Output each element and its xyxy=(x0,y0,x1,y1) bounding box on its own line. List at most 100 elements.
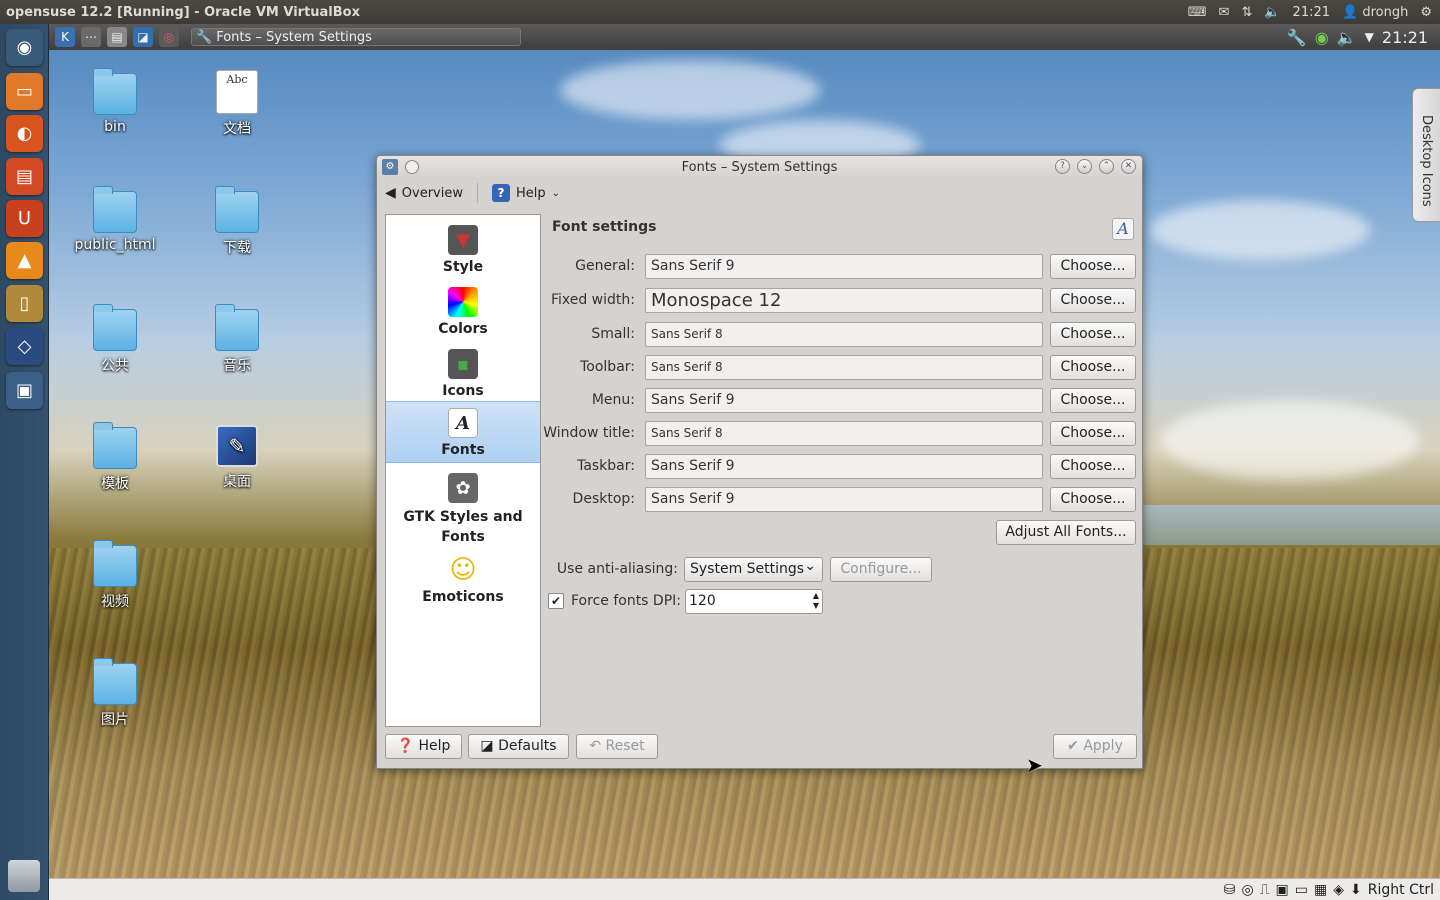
desktop-icon-public[interactable]: 公共 xyxy=(60,304,170,375)
window-menu-icon[interactable]: ⚙ xyxy=(382,159,398,175)
category-colors[interactable]: Colors xyxy=(386,281,540,339)
help-question-icon[interactable]: ? xyxy=(1055,159,1070,174)
usb-icon[interactable]: ⎍ xyxy=(1260,882,1270,898)
configure-button[interactable]: Configure... xyxy=(830,557,932,582)
choose-button[interactable]: Choose... xyxy=(1050,388,1136,413)
font-row-small: Small: Sans Serif 8 Choose... xyxy=(545,322,1138,348)
speaker-icon[interactable]: 🔈 xyxy=(1337,28,1357,47)
arrow-down-icon[interactable]: ⬇ xyxy=(1350,882,1362,898)
firefox-icon[interactable]: ◐ xyxy=(6,115,43,152)
defaults-button[interactable]: ◪ Defaults xyxy=(468,734,569,759)
category-icons[interactable]: ▪ Icons xyxy=(386,343,540,401)
network-status-icon[interactable]: ◉ xyxy=(1315,28,1329,47)
workspace-icon[interactable]: ▣ xyxy=(6,372,43,409)
browser-icon[interactable]: ◎ xyxy=(159,27,179,47)
force-dpi-checkbox[interactable]: ✔ xyxy=(548,593,564,609)
category-label: Emoticons xyxy=(422,589,504,605)
tray-expand-icon[interactable]: ▼ xyxy=(1365,30,1374,44)
adjust-all-fonts-button[interactable]: Adjust All Fonts... xyxy=(996,520,1136,545)
desktop-icon[interactable]: ◪ xyxy=(133,27,153,47)
volume-icon[interactable]: 🔈 xyxy=(1264,5,1280,20)
fonts-icon: A xyxy=(448,408,478,438)
desktop-icon-desktop[interactable]: ✎ 桌面 xyxy=(182,425,292,491)
desktop-icon-public-html[interactable]: public_html xyxy=(60,186,170,253)
desktop-icon-pictures[interactable]: 图片 xyxy=(60,658,170,729)
user-menu[interactable]: 👤 drongh xyxy=(1342,5,1408,20)
window-titlebar[interactable]: ⚙ Fonts – System Settings ? ⌄ ⌃ ✕ xyxy=(377,156,1142,178)
cloud xyxy=(560,60,820,120)
folder-icon xyxy=(93,540,137,587)
defaults-button-label: Defaults xyxy=(498,738,557,754)
category-fonts[interactable]: A Fonts xyxy=(386,401,540,463)
choose-button[interactable]: Choose... xyxy=(1050,288,1136,313)
choose-button[interactable]: Choose... xyxy=(1050,421,1136,446)
font-preview-icon[interactable]: A xyxy=(1112,218,1134,240)
minimize-icon[interactable]: ⌄ xyxy=(1077,159,1092,174)
font-label: Window title: xyxy=(543,425,635,441)
help-button-label: Help xyxy=(418,738,451,754)
mail-icon[interactable]: ✉ xyxy=(1219,5,1230,20)
desktop-icon-templates[interactable]: 模板 xyxy=(60,422,170,493)
ubuntu-one-icon[interactable]: U xyxy=(6,200,43,237)
keyboard-icon[interactable]: ⌨ xyxy=(1188,5,1207,20)
pin-icon[interactable] xyxy=(405,160,419,174)
software-center-icon[interactable]: ▤ xyxy=(6,158,43,195)
desktop-icon-docs[interactable]: Abc 文档 xyxy=(182,70,292,138)
mouse-integration-icon[interactable]: ◈ xyxy=(1333,882,1344,898)
dash-icon[interactable]: ◉ xyxy=(6,29,43,66)
activities-icon[interactable]: ⋯ xyxy=(81,27,101,47)
maximize-icon[interactable]: ⌃ xyxy=(1099,159,1114,174)
category-emoticons[interactable]: ☺ Emoticons xyxy=(386,549,540,607)
network-icon[interactable]: ⇅ xyxy=(1241,5,1252,20)
font-value-field: Sans Serif 9 xyxy=(645,454,1043,479)
hdd-icon[interactable]: ⛁ xyxy=(1224,882,1236,898)
choose-button[interactable]: Choose... xyxy=(1050,355,1136,380)
shared-folder-icon[interactable]: ▭ xyxy=(1295,882,1308,898)
force-dpi-label: Force fonts DPI: xyxy=(571,593,681,609)
wrench-icon[interactable]: 🔧 xyxy=(1287,28,1307,47)
files-icon[interactable]: ▭ xyxy=(6,73,43,110)
virtualbox-icon[interactable]: ◇ xyxy=(6,328,43,365)
cloud xyxy=(1150,200,1370,260)
close-icon[interactable]: ✕ xyxy=(1121,159,1136,174)
apply-button[interactable]: ✔ Apply xyxy=(1053,734,1137,759)
help-button[interactable]: ❓ Help xyxy=(385,734,462,759)
choose-button[interactable]: Choose... xyxy=(1050,487,1136,512)
spin-arrows-icon[interactable]: ▲ ▼ xyxy=(813,591,819,611)
check-icon: ✔ xyxy=(1067,738,1079,754)
trash-icon[interactable] xyxy=(8,860,40,892)
network-adapter-icon[interactable]: ▣ xyxy=(1276,882,1289,898)
gear-icon[interactable]: ⚙ xyxy=(1420,5,1432,20)
style-icon: ▼ xyxy=(448,225,478,255)
help-menu-button[interactable]: ? Help ⌄ xyxy=(492,184,560,202)
desktop-icon-bin[interactable]: bin xyxy=(60,68,170,135)
printer-icon[interactable]: ▤ xyxy=(107,27,127,47)
toolbar-separator xyxy=(477,183,478,203)
reset-button[interactable]: ↶ Reset xyxy=(576,734,658,759)
taskbar-item-fonts[interactable]: 🔧 Fonts – System Settings xyxy=(191,28,521,46)
panel-clock[interactable]: 21:21 xyxy=(1382,28,1428,47)
kde-menu-icon[interactable]: K xyxy=(55,27,75,47)
desktop-icon-music[interactable]: 音乐 xyxy=(182,304,292,375)
clock[interactable]: 21:21 xyxy=(1293,5,1330,20)
font-value-field: Sans Serif 9 xyxy=(645,388,1043,413)
vlc-icon[interactable]: ▲ xyxy=(6,242,43,279)
choose-button[interactable]: Choose... xyxy=(1050,254,1136,279)
book-icon[interactable]: ▯ xyxy=(6,285,43,322)
launcher: ◉ ▭ ◐ ▤ U ▲ ▯ ◇ ▣ xyxy=(0,24,49,900)
desktop-icon-downloads[interactable]: 下载 xyxy=(182,186,292,257)
choose-button[interactable]: Choose... xyxy=(1050,454,1136,479)
dpi-spinbox[interactable]: 120 ▲ ▼ xyxy=(685,589,823,614)
category-style[interactable]: ▼ Style xyxy=(386,219,540,277)
overview-button[interactable]: ◀ Overview xyxy=(385,185,463,201)
folder-icon xyxy=(93,422,137,469)
desktop-icons-tab[interactable]: Desktop Icons xyxy=(1412,88,1440,222)
optical-drive-icon[interactable]: ◎ xyxy=(1242,882,1254,898)
desktop-icon-videos[interactable]: 视频 xyxy=(60,540,170,611)
capture-icon[interactable]: ▦ xyxy=(1314,882,1327,898)
antialias-select[interactable]: System Settings xyxy=(684,555,823,582)
category-gtk[interactable]: ✿ GTK Styles and Fonts xyxy=(386,467,540,545)
choose-button[interactable]: Choose... xyxy=(1050,322,1136,347)
category-list: ▼ Style Colors ▪ Icons A Fonts ✿ GTK Styles … xyxy=(385,214,541,727)
folder-icon xyxy=(93,186,137,233)
